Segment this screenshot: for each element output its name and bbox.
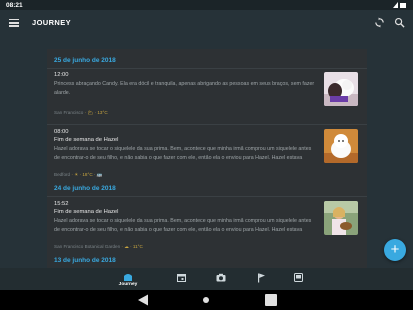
entry-time: 08:00 (54, 129, 69, 135)
status-bar: 08:21 (0, 0, 413, 10)
recents-icon[interactable] (265, 294, 277, 306)
camera-icon (216, 273, 226, 282)
nav-today[interactable] (284, 268, 314, 290)
battery-signal-icon (393, 2, 406, 8)
divider (47, 124, 367, 125)
journal-feed[interactable]: 25 de junho de 2018 12:00 Princess abraç… (47, 49, 367, 268)
app-bar: JOURNEY (0, 10, 413, 36)
nav-calendar[interactable] (167, 268, 197, 290)
entry-weather: · ☀ · 18°C · 🚌 (71, 172, 103, 177)
entry-meta: San Francisco Botanical Garden · ☁ · 11°… (54, 244, 143, 250)
journal-entry[interactable]: 08:00 Fim de semana de Hazel Hazel adora… (54, 129, 362, 177)
white-dog-photo-icon[interactable] (324, 129, 358, 163)
back-icon[interactable] (137, 294, 149, 306)
add-entry-button[interactable]: + (384, 239, 406, 261)
entry-place: San Francisco (54, 110, 84, 115)
search-icon[interactable] (394, 17, 405, 28)
entry-place: Bedford (54, 172, 71, 177)
entry-meta: San Francisco · 🌥 · 13°C (54, 110, 108, 116)
app-title: JOURNEY (32, 18, 72, 27)
entry-title: Fim de semana de Hazel (54, 137, 119, 143)
divider (47, 68, 367, 69)
status-time: 08:21 (6, 1, 23, 9)
system-navigation (0, 290, 413, 310)
nav-photos[interactable] (206, 268, 236, 290)
entry-time: 15:52 (54, 201, 69, 207)
bottom-navigation: Journey (0, 268, 413, 290)
today-icon (294, 273, 303, 282)
flag-icon (258, 273, 265, 283)
date-header: 13 de junho de 2018 (54, 257, 116, 264)
entry-body: Princess abraçando Candy. Ela era dócil … (54, 81, 315, 96)
dog-hug-photo-icon[interactable] (324, 72, 358, 106)
date-header: 25 de junho de 2018 (54, 57, 116, 64)
calendar-icon (177, 274, 186, 282)
entry-place: San Francisco Botanical Garden (54, 244, 121, 249)
journey-icon (124, 274, 132, 281)
divider (47, 196, 367, 197)
nav-map[interactable] (247, 268, 277, 290)
entry-title: Fim de semana de Hazel (54, 209, 119, 215)
girl-ukulele-photo-icon[interactable] (324, 201, 358, 235)
entry-body: Hazel adorava se tocar o siquelele da su… (54, 146, 312, 161)
nav-journey[interactable]: Journey (113, 268, 143, 290)
entry-meta: Bedford · ☀ · 18°C · 🚌 (54, 172, 102, 178)
entry-weather: · 🌥 · 13°C (84, 110, 108, 115)
journal-entry[interactable]: 12:00 Princess abraçando Candy. Ela era … (54, 72, 362, 115)
entry-body: Hazel adorava se tocar o siquelele da su… (54, 218, 312, 233)
entry-weather: · ☁ · 11°C (121, 244, 143, 249)
journal-entry[interactable]: 15:52 Fim de semana de Hazel Hazel adora… (54, 201, 362, 249)
nav-journey-label: Journey (118, 282, 138, 287)
sync-icon[interactable] (374, 17, 385, 28)
date-header: 24 de junho de 2018 (54, 185, 116, 192)
menu-icon[interactable] (9, 19, 19, 27)
entry-time: 12:00 (54, 72, 69, 78)
home-icon[interactable] (203, 297, 209, 303)
